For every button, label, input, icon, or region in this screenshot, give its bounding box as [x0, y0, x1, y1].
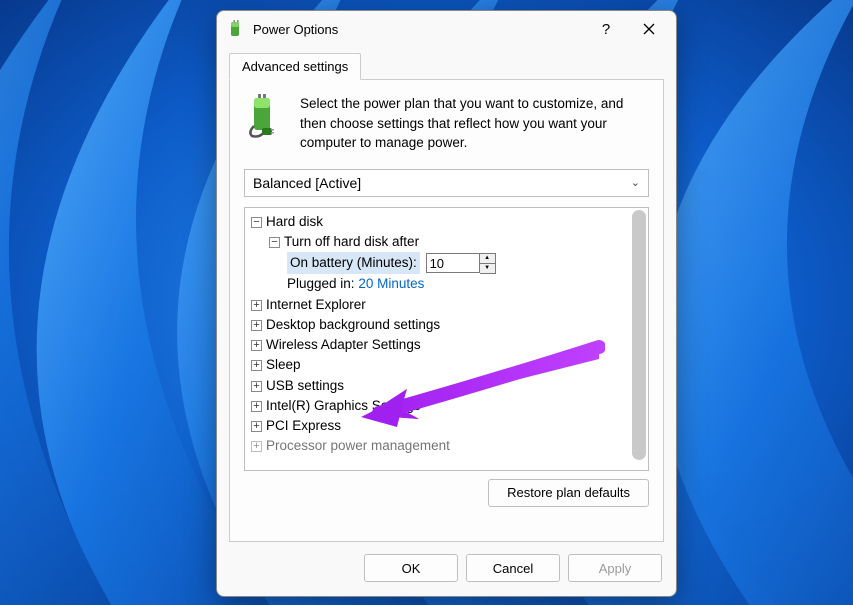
expand-icon[interactable]: + — [251, 381, 262, 392]
expand-icon[interactable]: + — [251, 300, 262, 311]
tree-item-sleep[interactable]: +Sleep — [251, 355, 644, 375]
collapse-icon[interactable]: − — [269, 237, 280, 248]
expand-icon[interactable]: + — [251, 421, 262, 432]
power-options-dialog: Power Options ? Advanced settings — [216, 10, 677, 597]
tab-content: Select the power plan that you want to c… — [229, 80, 664, 542]
ok-button[interactable]: OK — [364, 554, 458, 582]
cancel-button[interactable]: Cancel — [466, 554, 560, 582]
tab-advanced-settings[interactable]: Advanced settings — [229, 53, 361, 80]
restore-defaults-button[interactable]: Restore plan defaults — [488, 479, 649, 507]
tree-item-usb-settings[interactable]: +USB settings — [251, 376, 644, 396]
settings-tree-container: −Hard disk −Turn off hard disk after On … — [244, 207, 649, 471]
expand-icon[interactable]: + — [251, 320, 262, 331]
scrollbar-thumb[interactable] — [632, 210, 646, 460]
on-battery-minutes-input[interactable] — [426, 253, 480, 273]
tree-item-turn-off-hard-disk[interactable]: −Turn off hard disk after — [251, 232, 644, 252]
expand-icon[interactable]: + — [251, 441, 262, 452]
tab-area: Advanced settings — [217, 47, 676, 80]
settings-tree: −Hard disk −Turn off hard disk after On … — [245, 208, 648, 461]
tree-item-wireless-adapter[interactable]: +Wireless Adapter Settings — [251, 335, 644, 355]
power-options-icon — [227, 20, 245, 38]
tree-item-graphics-settings[interactable]: +Intel(R) Graphics Settings — [251, 396, 644, 416]
titlebar: Power Options ? — [217, 11, 676, 47]
apply-button[interactable]: Apply — [568, 554, 662, 582]
collapse-icon[interactable]: − — [251, 217, 262, 228]
tree-item-internet-explorer[interactable]: +Internet Explorer — [251, 295, 644, 315]
dialog-title: Power Options — [253, 22, 586, 37]
help-button[interactable]: ? — [586, 14, 626, 44]
intro-section: Select the power plan that you want to c… — [244, 94, 649, 153]
expand-icon[interactable]: + — [251, 401, 262, 412]
dialog-footer: OK Cancel Apply — [217, 542, 676, 596]
power-plan-select[interactable]: Balanced [Active] ⌄ — [244, 169, 649, 197]
tree-item-on-battery[interactable]: On battery (Minutes): ▲ ▼ — [251, 252, 644, 274]
spin-up-button[interactable]: ▲ — [480, 254, 495, 264]
spin-down-button[interactable]: ▼ — [480, 264, 495, 273]
tree-item-desktop-background[interactable]: +Desktop background settings — [251, 315, 644, 335]
power-plan-selected: Balanced [Active] — [253, 175, 361, 191]
chevron-down-icon: ⌄ — [631, 176, 640, 189]
tree-item-hard-disk[interactable]: −Hard disk — [251, 212, 644, 232]
expand-icon[interactable]: + — [251, 360, 262, 371]
tree-item-processor-power[interactable]: +Processor power management — [251, 436, 644, 456]
intro-text: Select the power plan that you want to c… — [300, 94, 649, 153]
on-battery-label: On battery (Minutes): — [287, 252, 420, 274]
expand-icon[interactable]: + — [251, 340, 262, 351]
battery-plug-icon — [244, 94, 288, 138]
plugged-in-label: Plugged in: — [287, 276, 355, 291]
tree-item-plugged-in[interactable]: Plugged in: 20 Minutes — [251, 274, 644, 294]
close-button[interactable] — [626, 14, 672, 44]
plugged-in-value[interactable]: 20 Minutes — [358, 276, 424, 291]
tree-item-pci-express[interactable]: +PCI Express — [251, 416, 644, 436]
